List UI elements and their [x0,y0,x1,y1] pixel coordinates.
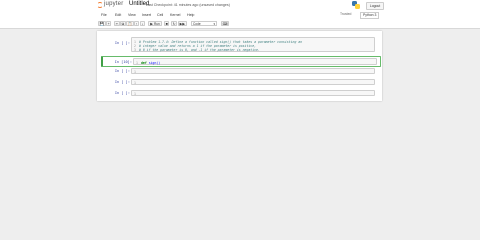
save-icon[interactable]: 💾 [98,20,106,26]
trusted-indicator[interactable]: Trusted [340,12,351,16]
restart-icon[interactable]: ↻ [171,20,178,26]
cell-type-select[interactable]: Code ▾ [191,20,217,26]
code-input[interactable]: 1 [131,79,375,85]
menu-insert[interactable]: Insert [142,13,151,17]
move-up-icon[interactable]: ↑ [134,20,139,26]
code-input[interactable]: 1 [131,90,375,96]
add-cell-icon[interactable]: + [106,20,112,26]
code-cell[interactable]: In [ ]: 1 [101,89,378,97]
code-cell[interactable]: In [ ]: 1 # Problem 1.7.4: Define a funct… [101,36,378,53]
copy-icon[interactable]: ⧉ [120,20,126,26]
cell-prompt: In [ ]: [114,41,130,45]
menu-file[interactable]: File [101,13,107,17]
code-cell[interactable]: In [ ]: 1 [101,67,378,75]
jupyter-logo[interactable]: jupyter [97,1,127,8]
cell-prompt: In [10]: [114,59,132,64]
cell-type-value: Code [193,21,201,26]
code-line: 1 [134,70,136,75]
menu-edit[interactable]: Edit [115,13,121,17]
code-cell[interactable]: In [ ]: 1 [101,78,378,86]
menu-view[interactable]: View [128,13,136,17]
checkpoint-status: Last Checkpoint: 41 minutes ago (unsaved… [146,2,230,7]
keyboard-icon[interactable]: ⌨ [221,20,230,26]
restart-run-all-icon[interactable]: ▶▶ [178,20,187,26]
run-button[interactable]: ▶ Run [148,20,162,26]
code-line: 1 [134,92,136,97]
python-logo-icon [352,1,360,9]
code-line: 3 # 0 if the parameter is 0, and -1 if th… [134,47,260,52]
jupyter-logo-icon [97,2,103,8]
chevron-down-icon: ▾ [213,21,215,26]
toolbar: 💾 + ✂ ⧉ 📋 ↑ ↓ ▶ Run ■ ↻ ▶▶ Code ▾ ⌨ [0,19,480,29]
code-cell-selected[interactable]: In [10]: 1 def sign() [101,56,381,67]
code-line: 1 [134,81,136,86]
move-down-icon[interactable]: ↓ [140,20,145,26]
logout-button[interactable]: Logout [366,2,384,10]
cell-prompt: In [ ]: [114,91,130,95]
run-icon: ▶ [150,21,153,26]
cell-prompt: In [ ]: [114,80,130,84]
menu-kernel[interactable]: Kernel [170,13,180,17]
cell-prompt: In [ ]: [114,69,130,73]
code-input[interactable]: 1 def sign() [133,58,377,65]
run-label: Run [153,21,160,26]
menu-help[interactable]: Help [187,13,194,17]
paste-icon[interactable]: 📋 [126,20,134,26]
code-line: 1 def sign() [136,60,161,65]
code-input[interactable]: 1 # Problem 1.7.4: Define a function call… [131,37,375,52]
menu-cell[interactable]: Cell [157,13,163,17]
kernel-indicator[interactable]: Python 3 [360,11,380,19]
notebook-header: jupyter Untitled Last Checkpoint: 41 min… [0,0,480,10]
code-input[interactable]: 1 [131,68,375,74]
stop-icon[interactable]: ■ [164,20,170,26]
logo-text: jupyter [104,1,124,7]
notebook-container: In [ ]: 1 # Problem 1.7.4: Define a funct… [97,31,382,101]
